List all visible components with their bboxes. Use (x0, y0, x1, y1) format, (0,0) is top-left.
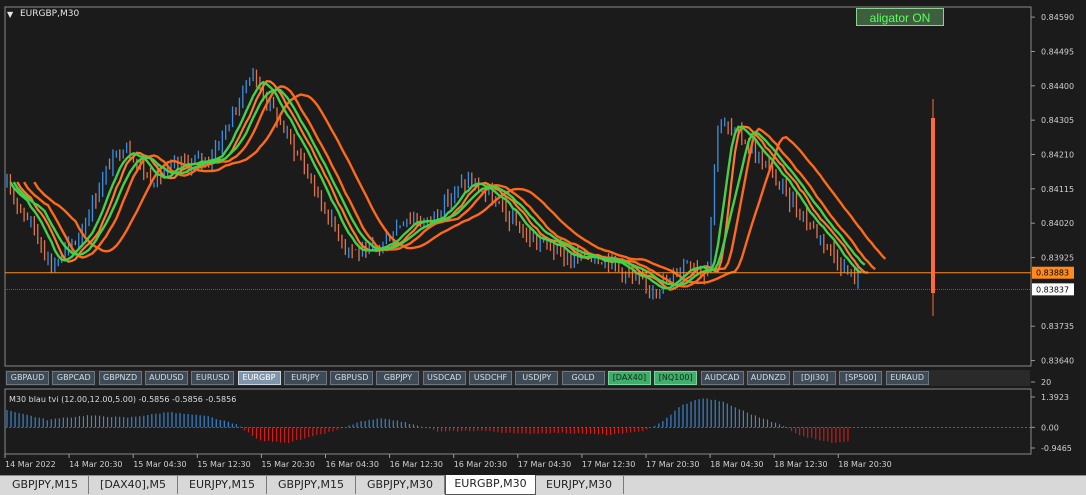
time-axis-label: 15 Mar 20:30 (261, 460, 314, 469)
symbol-button-gbpnzd[interactable]: GBPNZD (98, 371, 142, 385)
chart-canvas[interactable]: 0.84590 0.84495 0.84400 0.84305 0.84210 0.841… (0, 0, 1086, 494)
symbol-button-gbpcad[interactable]: GBPCAD (52, 371, 96, 385)
time-axis-label: 18 Mar 12:30 (774, 460, 827, 469)
bid-price-label: 0.83837 (1036, 285, 1069, 294)
time-axis-label: 18 Mar 04:30 (710, 460, 763, 469)
price-tick-label: 0.83925 (1041, 254, 1074, 263)
symbol-button-eurgbp[interactable]: EURGBP (237, 371, 281, 385)
time-axis-label: 14 Mar 2022 (5, 460, 56, 469)
time-axis-label: 16 Mar 04:30 (326, 460, 379, 469)
time-axis-label: 16 Mar 20:30 (454, 460, 507, 469)
chart-tab-gbpjpym15[interactable]: GBPJPY,M15 (267, 476, 356, 494)
time-axis-label: 17 Mar 12:30 (582, 460, 635, 469)
chart-tab-eurjpym30[interactable]: EURJPY,M30 (535, 476, 624, 494)
chart-title: EURGBP,M30 (20, 9, 80, 19)
symbol-button-gbpjpy[interactable]: GBPJPY (376, 371, 420, 385)
indicator-label: M30 blau tvi (12.00,12.00,5.00) -0.5856 … (9, 395, 237, 404)
price-pane (4, 6, 1032, 367)
price-tick-label: 0.84590 (1041, 13, 1074, 22)
alligator-toggle-button[interactable]: aligator ON (856, 8, 944, 26)
symbol-button-euraud[interactable]: EURAUD (885, 371, 929, 385)
vertical-marker-bar (931, 118, 935, 293)
price-tick-label: 0.84115 (1041, 185, 1074, 194)
symbol-button-eurusd[interactable]: EURUSD (191, 371, 235, 385)
time-axis-label: 17 Mar 04:30 (518, 460, 571, 469)
chart-tab-eurjpym15[interactable]: EURJPY,M15 (178, 476, 267, 494)
indicator-axis-label: 0.00 (1041, 423, 1059, 432)
indicator-axis-label: 20 (1041, 378, 1051, 387)
price-tick-label: 0.84305 (1041, 116, 1074, 125)
chart-tabs: GBPJPY,M15 [DAX40],M5 EURJPY,M15 GBPJPY,M15… (0, 475, 1086, 495)
symbol-button-audnzd[interactable]: AUDNZD (746, 371, 790, 385)
time-axis-label: 16 Mar 12:30 (390, 460, 443, 469)
time-axis-label: 18 Mar 20:30 (838, 460, 891, 469)
current-price-label: 0.83883 (1036, 269, 1069, 278)
symbol-button-dji30[interactable]: [DJI30] (793, 371, 837, 385)
time-axis-label: 15 Mar 04:30 (133, 460, 186, 469)
price-tick-label: 0.83735 (1041, 322, 1074, 331)
chart-tab-dax40m5[interactable]: [DAX40],M5 (89, 476, 178, 494)
chart-menu-caret-icon[interactable]: ▼ (7, 10, 13, 19)
symbol-button-nq100[interactable]: [NQ100] (654, 371, 698, 385)
time-axis-label: 14 Mar 20:30 (69, 460, 122, 469)
indicator-axis-label: -0.9465 (1041, 444, 1072, 453)
symbol-button-gold[interactable]: GOLD (561, 371, 605, 385)
time-axis-label: 17 Mar 20:30 (646, 460, 699, 469)
price-tick-label: 0.83640 (1041, 357, 1074, 366)
symbol-button-gbpusd[interactable]: GBPUSD (330, 371, 374, 385)
symbol-button-dax40[interactable]: [DAX40] (607, 371, 651, 385)
symbol-button-usdcad[interactable]: USDCAD (422, 371, 466, 385)
indicator-axis-label: 1.3923 (1041, 393, 1069, 402)
time-axis-label: 15 Mar 12:30 (197, 460, 250, 469)
price-tick-label: 0.84495 (1041, 47, 1074, 56)
chart-tab-gbpjpym30[interactable]: GBPJPY,M30 (356, 476, 445, 494)
symbol-button-usdjpy[interactable]: USDJPY (515, 371, 559, 385)
symbol-button-sp500[interactable]: [SP500] (839, 371, 883, 385)
symbol-button-audcad[interactable]: AUDCAD (700, 371, 744, 385)
chart-window: 0.84590 0.84495 0.84400 0.84305 0.84210 0.841… (0, 0, 1086, 495)
price-tick-label: 0.84400 (1041, 82, 1074, 91)
price-tick-label: 0.84210 (1041, 151, 1074, 160)
chart-tab-eurgbpm30[interactable]: EURGBP,M30 (445, 475, 536, 495)
symbol-button-usdchf[interactable]: USDCHF (469, 371, 512, 385)
symbol-button-eurjpy[interactable]: EURJPY (283, 371, 327, 385)
chart-tab-gbpjpym15[interactable]: GBPJPY,M15 (2, 476, 89, 494)
price-tick-label: 0.84020 (1041, 219, 1074, 228)
symbol-button-audusd[interactable]: AUDUSD (144, 371, 188, 385)
symbol-button-gbpaud[interactable]: GBPAUD (6, 371, 49, 385)
